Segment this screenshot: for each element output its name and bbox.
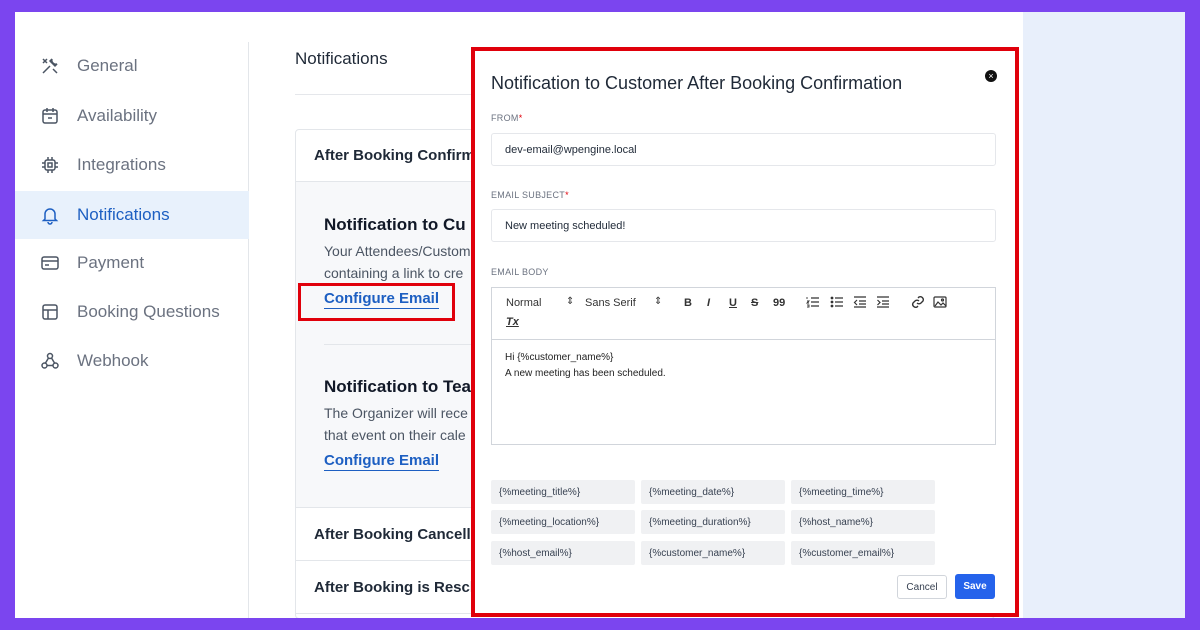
chevron-updown-icon: ⇕	[654, 296, 663, 307]
team-notification-title: Notification to Tea	[324, 377, 472, 396]
sidebar-item-integrations[interactable]: Integrations	[15, 141, 249, 189]
section-label: After Booking Confirm	[314, 147, 475, 164]
page-title: Notifications	[295, 49, 388, 68]
placeholder-tag[interactable]: {%meeting_title%}	[491, 480, 635, 504]
customer-notification-title: Notification to Cu	[324, 215, 466, 234]
card-icon	[39, 252, 61, 274]
sidebar-item-notifications[interactable]: Notifications	[15, 191, 249, 239]
size-select[interactable]: Normal	[506, 297, 541, 309]
highlight-box	[298, 283, 455, 321]
cancel-button[interactable]: Cancel	[897, 575, 947, 599]
sidebar-item-booking-questions[interactable]: Booking Questions	[15, 288, 249, 336]
placeholder-tag[interactable]: {%meeting_duration%}	[641, 510, 785, 534]
sidebar-item-general[interactable]: General	[15, 42, 249, 90]
indent-icon[interactable]	[876, 295, 890, 312]
image-icon[interactable]	[933, 295, 947, 312]
placeholder-tag[interactable]: {%customer_email%}	[791, 541, 935, 565]
bell-icon	[39, 204, 61, 226]
calendar-icon	[39, 105, 61, 127]
sidebar-item-label: General	[77, 56, 138, 75]
ordered-list-icon[interactable]	[805, 295, 820, 312]
sidebar-item-webhook[interactable]: Webhook	[15, 337, 249, 385]
underline-button[interactable]: U	[729, 297, 737, 309]
outdent-icon[interactable]	[853, 295, 867, 312]
settings-sidebar: General Availability Integrations Notifi…	[15, 42, 249, 618]
bullet-list-icon[interactable]	[830, 295, 844, 312]
email-subject-label: EMAIL SUBJECT*	[491, 190, 569, 200]
right-panel	[1023, 12, 1185, 618]
italic-button[interactable]: I	[707, 297, 710, 309]
configure-email-link-team[interactable]: Configure Email	[324, 452, 440, 471]
clear-format-button[interactable]: Tx	[506, 316, 519, 328]
sidebar-item-label: Notifications	[77, 205, 170, 224]
sidebar-item-label: Webhook	[77, 351, 149, 370]
quote-button[interactable]: 99	[773, 297, 785, 309]
email-subject-input[interactable]: New meeting scheduled!	[491, 209, 996, 242]
tools-icon	[39, 55, 61, 77]
email-body-label: EMAIL BODY	[491, 267, 549, 277]
placeholder-tag[interactable]: {%meeting_date%}	[641, 480, 785, 504]
placeholder-tag[interactable]: {%meeting_location%}	[491, 510, 635, 534]
email-body-editor: Normal ⇕ Sans Serif ⇕ B I U S 99 Tx Hi {…	[491, 287, 996, 445]
placeholder-tag[interactable]: {%customer_name%}	[641, 541, 785, 565]
link-icon[interactable]	[911, 295, 925, 312]
editor-content[interactable]: Hi {%customer_name%} A new meeting has b…	[505, 350, 666, 382]
from-label: FROM*	[491, 113, 523, 123]
placeholder-tag[interactable]: {%host_email%}	[491, 541, 635, 565]
from-input[interactable]: dev-email@wpengine.local	[491, 133, 996, 166]
sidebar-item-payment[interactable]: Payment	[15, 239, 249, 287]
chevron-updown-icon: ⇕	[566, 296, 575, 307]
placeholder-tag[interactable]: {%host_name%}	[791, 510, 935, 534]
webhook-icon	[39, 350, 61, 372]
section-label: After Booking Cancell	[314, 525, 471, 543]
section-label: After Booking is Resch	[314, 578, 480, 596]
chip-icon	[39, 154, 61, 176]
sidebar-item-label: Booking Questions	[77, 302, 220, 321]
app-frame: General Availability Integrations Notifi…	[15, 12, 1185, 618]
editor-toolbar: Normal ⇕ Sans Serif ⇕ B I U S 99 Tx	[492, 288, 995, 340]
placeholder-tag[interactable]: {%meeting_time%}	[791, 480, 935, 504]
close-icon[interactable]: ×	[985, 70, 997, 82]
bold-button[interactable]: B	[684, 297, 692, 309]
save-button[interactable]: Save	[955, 574, 995, 599]
font-select[interactable]: Sans Serif	[585, 297, 636, 309]
modal-title: Notification to Customer After Booking C…	[491, 73, 903, 93]
sidebar-item-label: Availability	[77, 106, 158, 125]
sidebar-item-label: Payment	[77, 253, 145, 272]
sidebar-item-availability[interactable]: Availability	[15, 92, 249, 140]
layout-icon	[39, 301, 61, 323]
strike-button[interactable]: S	[751, 297, 758, 309]
sidebar-item-label: Integrations	[77, 155, 166, 174]
